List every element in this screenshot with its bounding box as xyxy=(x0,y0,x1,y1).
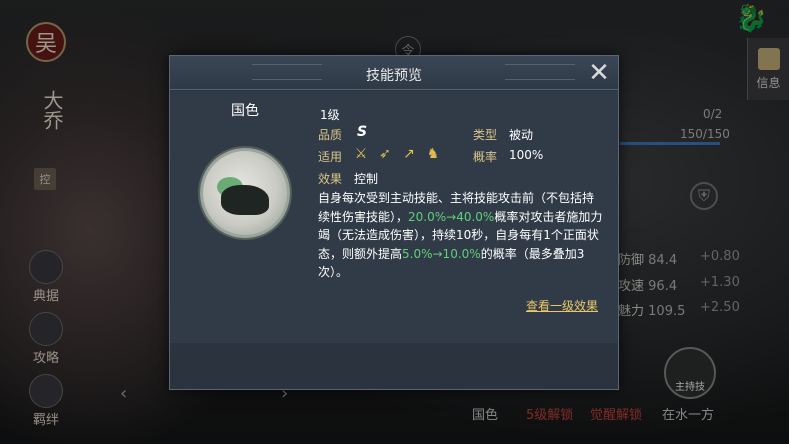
crossed-swords-icon[interactable]: ✕ xyxy=(584,58,614,88)
bow-icon: ➶ xyxy=(379,146,391,162)
modal-header: 技能预览 ✕ xyxy=(170,56,618,90)
quality-label: 品质 xyxy=(318,128,343,142)
effect-value: 控制 xyxy=(354,172,379,186)
quality-value: S xyxy=(357,124,368,140)
cavalry-sword-icon: ⚔ xyxy=(354,146,368,162)
effect-label: 效果 xyxy=(318,172,343,186)
chance-value: 100% xyxy=(509,148,544,162)
modal-body: 国色 1级 品质 S 类型 被动 适用 ⚔ ➶ ↗ ♞ 概率 100% 效果 控… xyxy=(170,91,618,344)
skill-icon xyxy=(200,148,290,238)
apply-label: 适用 xyxy=(318,150,343,164)
spear-icon: ↗ xyxy=(403,146,415,162)
skill-tier: 1级 xyxy=(320,108,340,122)
modal-title: 技能预览 xyxy=(366,68,422,84)
skill-name: 国色 xyxy=(231,103,259,119)
figure-icon xyxy=(221,185,269,215)
skill-description: 自身每次受到主动技能、主将技能攻击前（不包括持续性伤害技能），20.0%→40.… xyxy=(318,191,603,279)
type-value: 被动 xyxy=(509,128,534,142)
modal-footer xyxy=(170,343,618,389)
view-level1-effect-link[interactable]: 查看一级效果 xyxy=(526,297,598,314)
skill-preview-modal: 技能预览 ✕ 国色 1级 品质 S 类型 被动 适用 ⚔ ➶ ↗ ♞ 概率 10… xyxy=(169,55,619,390)
chance-label: 概率 xyxy=(473,150,498,164)
horse-icon: ♞ xyxy=(426,146,440,162)
type-label: 类型 xyxy=(473,128,498,142)
